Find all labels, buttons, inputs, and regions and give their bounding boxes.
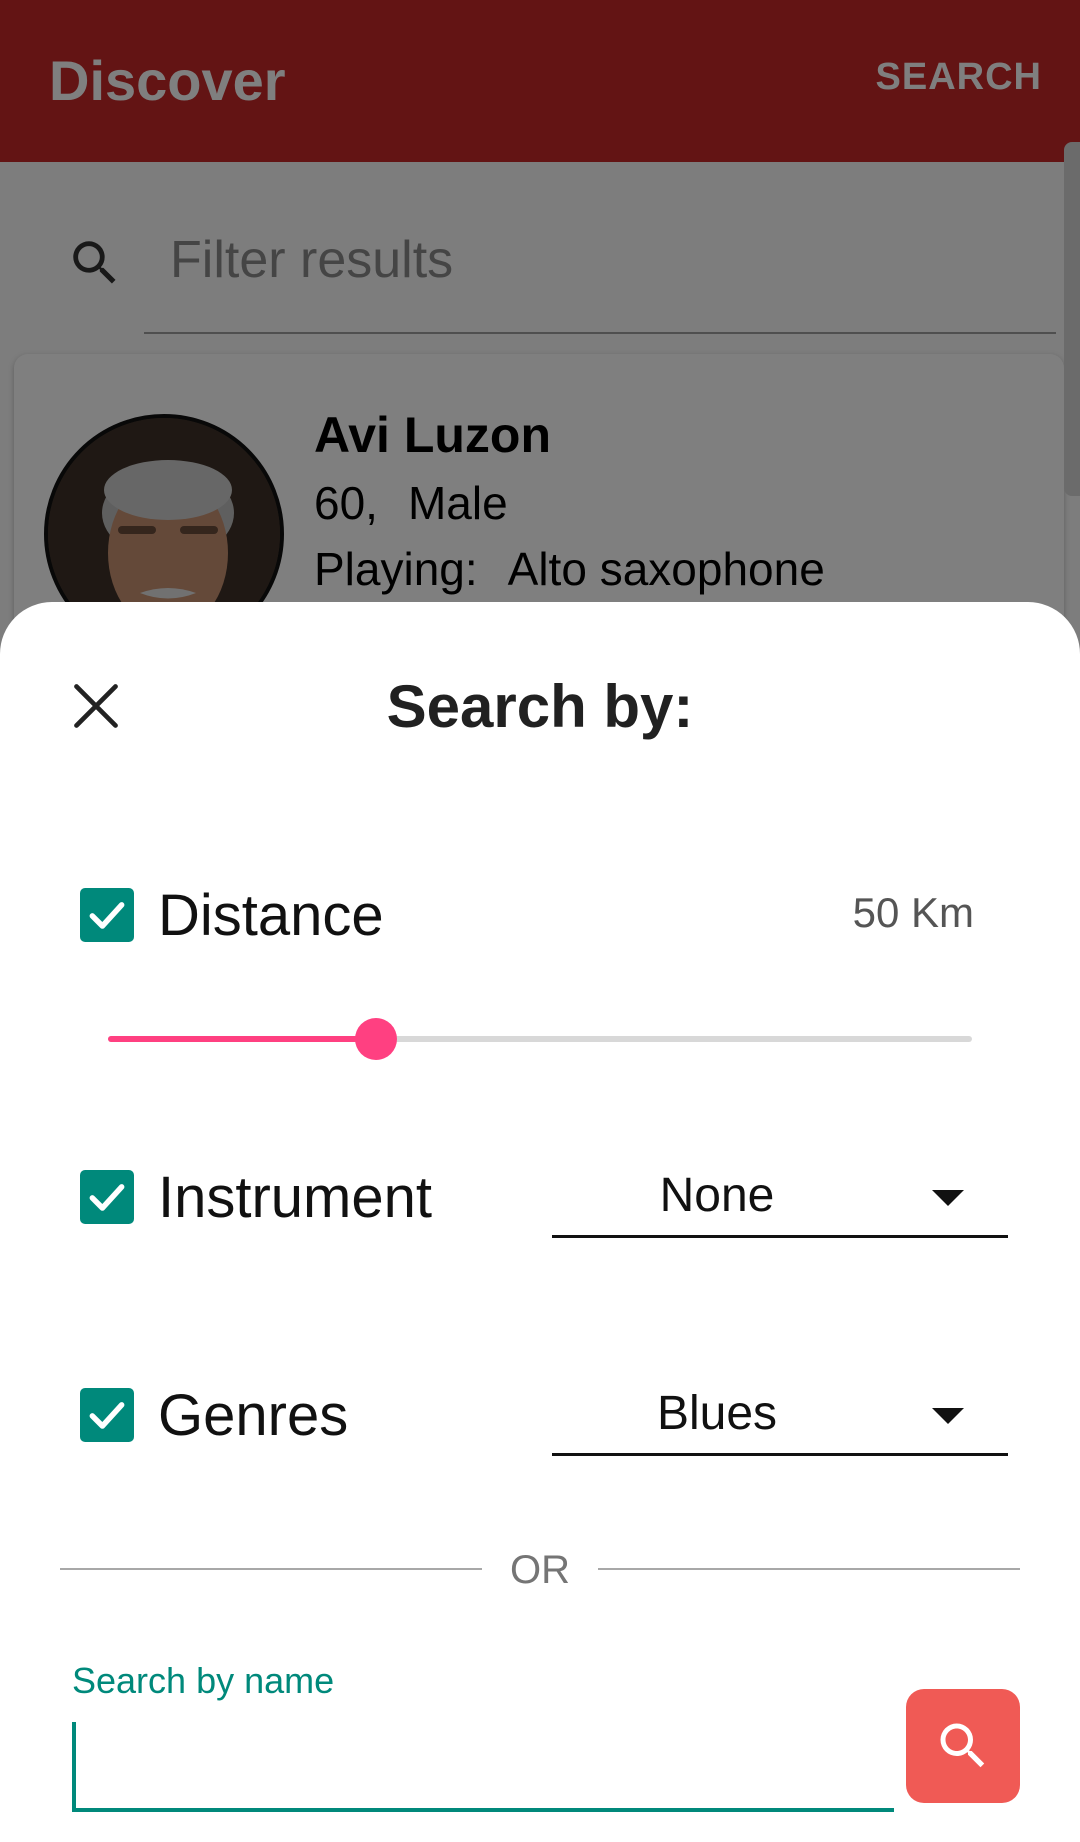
slider-thumb[interactable] [355,1018,397,1060]
search-bottom-sheet: Search by: Distance 50 Km Instrument Non… [0,602,1080,1842]
slider-fill [108,1036,376,1042]
sheet-title: Search by: [386,673,694,740]
check-icon [89,1184,125,1211]
distance-slider[interactable] [108,1014,972,1064]
instrument-selected: None [659,1169,775,1222]
dropdown-arrow-icon [932,1408,964,1424]
or-divider-text: OR [510,1548,570,1592]
distance-value: 50 Km [852,889,974,936]
discover-screen: Discover SEARCH Avi Luzon 60,Male [0,0,1080,1842]
distance-checkbox[interactable] [80,888,134,942]
search-button[interactable] [906,1689,1020,1803]
check-icon [89,1402,125,1429]
instrument-checkbox[interactable] [80,1170,134,1224]
distance-label: Distance [158,883,384,948]
instrument-label: Instrument [158,1165,432,1230]
genres-label: Genres [158,1383,349,1448]
divider-right [598,1568,1020,1570]
search-by-name-label: Search by name [72,1660,335,1701]
instrument-dropdown[interactable]: None [552,1158,1008,1238]
genres-dropdown[interactable]: Blues [552,1376,1008,1456]
search-icon [940,1723,985,1768]
genres-checkbox[interactable] [80,1388,134,1442]
dropdown-arrow-icon [932,1190,964,1206]
genres-selected: Blues [656,1387,778,1440]
check-icon [89,902,125,929]
search-by-name-input[interactable] [72,1722,894,1812]
